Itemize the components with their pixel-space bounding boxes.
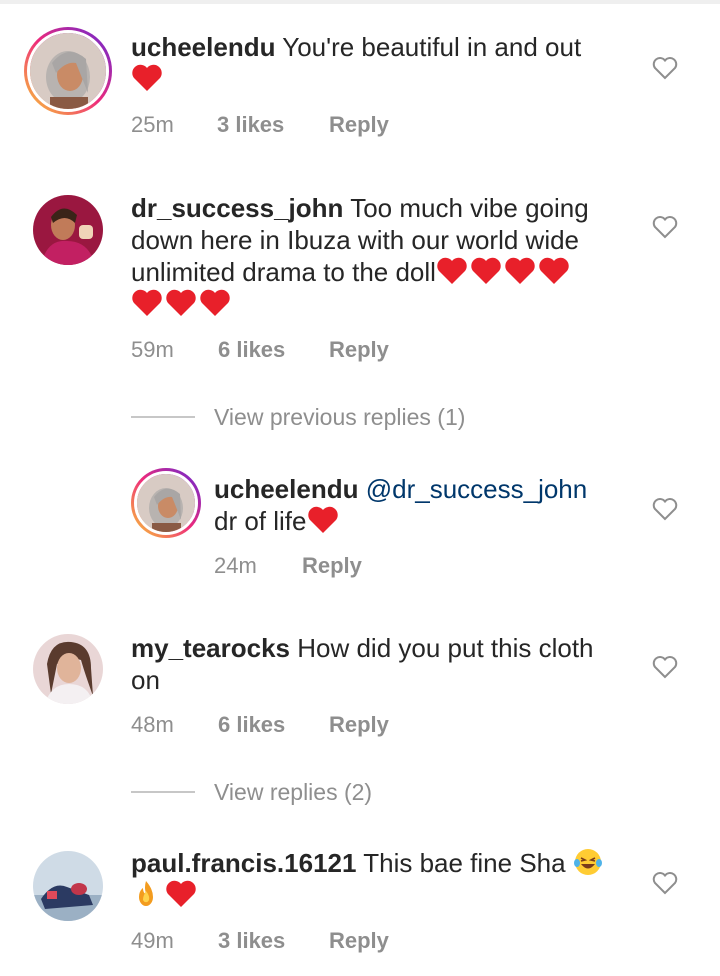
view-previous-replies-link[interactable]: View previous replies (1) (214, 403, 465, 431)
comment-body: on (131, 665, 160, 695)
like-heart-icon[interactable] (652, 655, 678, 679)
comment-body: You're beautiful in and out (282, 32, 582, 62)
comment-time: 59m (131, 337, 174, 362)
likes-count[interactable]: 3 likes (217, 111, 284, 139)
top-divider (0, 0, 720, 4)
red-heart-emoji-icon (307, 505, 339, 535)
comment-body: This bae fine Sha (363, 848, 566, 878)
red-heart-emoji-icon (131, 288, 163, 318)
red-heart-emoji-icon (165, 288, 197, 318)
red-heart-emoji-icon (538, 256, 570, 286)
likes-count[interactable]: 3 likes (218, 927, 285, 955)
comment-text: paul.francis.16121 This bae fine Sha (131, 847, 651, 911)
like-heart-icon[interactable] (652, 56, 678, 80)
comment-username[interactable]: dr_success_john (131, 193, 343, 223)
red-heart-emoji-icon (436, 256, 468, 286)
comment-time: 25m (131, 112, 174, 137)
avatar[interactable] (33, 195, 103, 265)
reply-button[interactable]: Reply (329, 336, 389, 364)
mention-link[interactable]: @dr_success_john (366, 474, 588, 504)
reply-button[interactable]: Reply (302, 552, 362, 580)
view-replies-divider (131, 791, 195, 793)
view-replies-divider (131, 416, 195, 418)
likes-count[interactable]: 6 likes (218, 711, 285, 739)
comment-body: dr of life (214, 506, 307, 536)
like-heart-icon[interactable] (652, 215, 678, 239)
comment-time: 48m (131, 712, 174, 737)
comment-text: ucheelendu @dr_success_john dr of life (214, 473, 634, 537)
reply-button[interactable]: Reply (329, 711, 389, 739)
avatar[interactable] (33, 851, 103, 921)
avatar[interactable] (24, 27, 112, 115)
comment-text: ucheelendu You're beautiful in and out (131, 31, 631, 95)
reply-button[interactable]: Reply (329, 927, 389, 955)
laughing-tears-emoji-icon (573, 847, 603, 877)
reply-button[interactable]: Reply (329, 111, 389, 139)
comment-time: 49m (131, 928, 174, 953)
like-heart-icon[interactable] (652, 497, 678, 521)
comment-username[interactable]: ucheelendu (131, 32, 275, 62)
comment-username[interactable]: my_tearocks (131, 633, 290, 663)
comment-text: my_tearocks How did you put this cloth o… (131, 632, 631, 696)
comment-body: unlimited drama to the doll (131, 257, 436, 287)
red-heart-emoji-icon (470, 256, 502, 286)
avatar[interactable] (33, 634, 103, 704)
likes-count[interactable]: 6 likes (218, 336, 285, 364)
avatar[interactable] (131, 468, 201, 538)
comment-body: How did you put this cloth (297, 633, 594, 663)
comment-time: 24m (214, 553, 257, 578)
red-heart-emoji-icon (165, 879, 197, 909)
comment-body: Too much vibe going (350, 193, 589, 223)
comment-text: dr_success_john Too much vibe going down… (131, 192, 641, 320)
comment-username[interactable]: ucheelendu (214, 474, 358, 504)
like-heart-icon[interactable] (652, 871, 678, 895)
red-heart-emoji-icon (504, 256, 536, 286)
view-replies-link[interactable]: View replies (2) (214, 778, 372, 806)
comment-body: down here in Ibuza with our world wide (131, 225, 580, 255)
red-heart-emoji-icon (199, 288, 231, 318)
comment-username[interactable]: paul.francis.16121 (131, 848, 356, 878)
fire-emoji-icon (131, 879, 161, 909)
red-heart-emoji-icon (131, 63, 163, 93)
